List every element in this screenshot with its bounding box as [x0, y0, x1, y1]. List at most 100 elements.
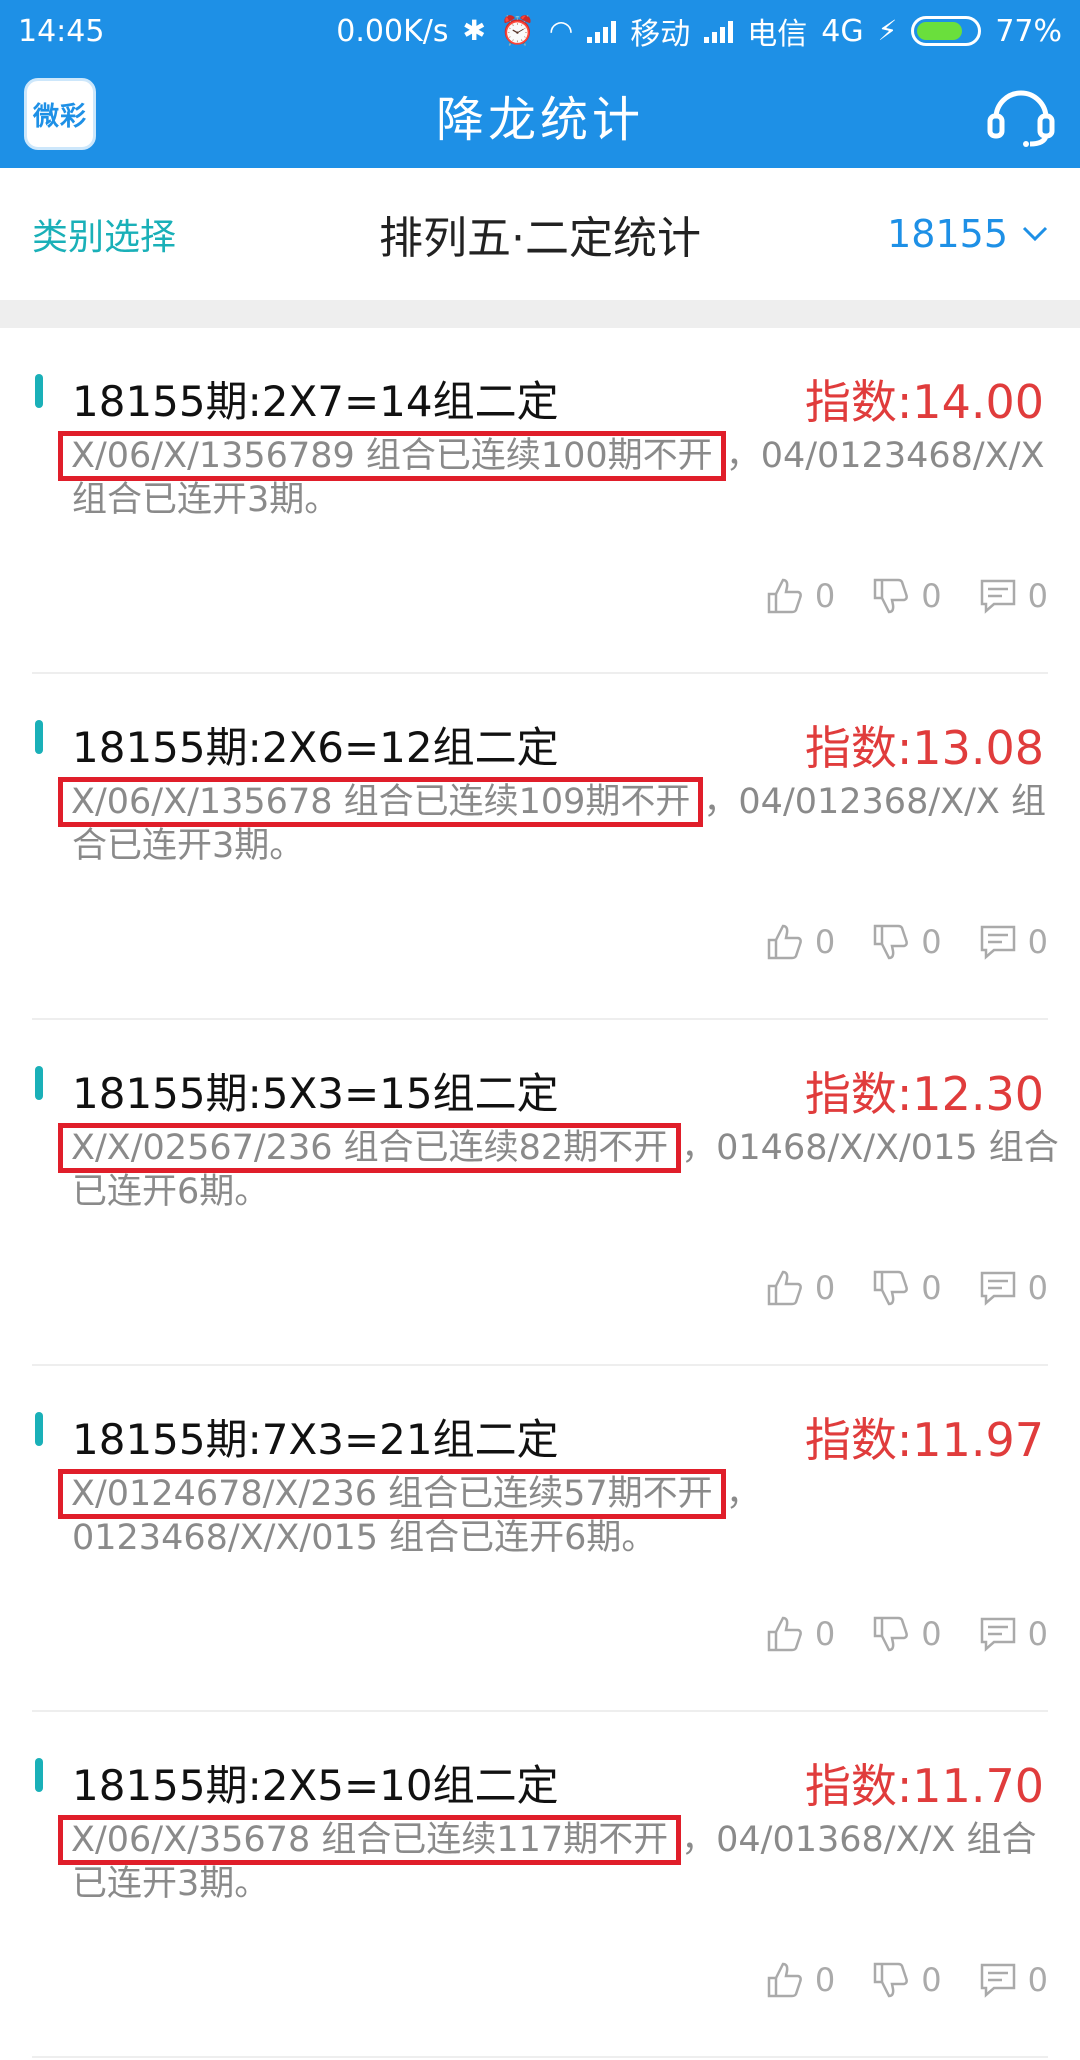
wifi-icon: ◠ — [548, 14, 574, 47]
filter-bar: 类别选择 排列五·二定统计 18155 — [0, 168, 1080, 300]
highlight-box: X/06/X/35678 组合已连续117期不开 — [58, 1815, 682, 1865]
issue-number: 18155 — [887, 212, 1008, 256]
item-body: X/06/X/35678 组合已连续117期不开 ，04/01368/X/X 组合… — [58, 1815, 1062, 1906]
category-select-button[interactable]: 类别选择 — [32, 208, 176, 260]
item-marker — [35, 1758, 43, 1792]
headset-icon[interactable] — [986, 82, 1056, 148]
thumbs-up-icon — [767, 1616, 802, 1652]
signal-icon-2 — [704, 19, 734, 43]
network-speed: 0.00K/s — [336, 13, 449, 49]
dislike-button[interactable]: 0 — [871, 1268, 942, 1308]
list-item[interactable]: 18155期:5X3=15组二定 指数:12.30 X/X/02567/236 … — [32, 1020, 1059, 1366]
comment-icon — [980, 1617, 1015, 1652]
charging-icon: ⚡ — [877, 14, 898, 47]
network-type: 4G — [821, 13, 864, 49]
comment-button[interactable]: 0 — [978, 1960, 1048, 2000]
comment-count: 0 — [1027, 1269, 1048, 1307]
thumbs-down-icon — [874, 1616, 909, 1652]
comment-button[interactable]: 0 — [978, 1268, 1048, 1308]
item-actions: 0 0 0 — [765, 922, 1048, 962]
like-count: 0 — [814, 1961, 836, 1999]
list-item[interactable]: 18155期:2X5=10组二定 指数:11.70 X/06/X/35678 组… — [32, 1712, 1048, 2058]
carrier-1: 移动 — [630, 17, 691, 52]
comment-count: 0 — [1027, 577, 1048, 615]
comment-count: 0 — [1027, 1961, 1048, 1999]
item-actions: 0 0 0 — [765, 1960, 1048, 2000]
status-time: 14:45 — [18, 13, 105, 49]
chevron-down-icon — [1022, 226, 1048, 242]
dislike-count: 0 — [921, 577, 942, 615]
item-marker — [35, 1066, 43, 1100]
issue-dropdown[interactable]: 18155 — [887, 212, 1048, 256]
like-count: 0 — [814, 923, 836, 961]
thumbs-up-icon — [767, 1270, 802, 1306]
item-index: 指数:11.70 — [804, 1759, 1044, 1813]
item-marker — [35, 374, 43, 408]
dislike-button[interactable]: 0 — [871, 576, 942, 616]
item-title: 18155期:5X3=15组二定 — [72, 1069, 559, 1118]
item-body: X/0124678/X/236 组合已连续57期不开 ，0123468/X/X/0… — [58, 1469, 1062, 1560]
like-count: 0 — [814, 1615, 836, 1653]
item-actions: 0 0 0 — [765, 1614, 1048, 1654]
item-title: 18155期:2X5=10组二定 — [72, 1761, 559, 1810]
battery-percent: 77% — [995, 13, 1062, 49]
item-body: X/X/02567/236 组合已连续82期不开 ，01468/X/X/015 组… — [58, 1123, 1062, 1214]
dislike-button[interactable]: 0 — [871, 1960, 942, 2000]
item-actions: 0 0 0 — [765, 576, 1048, 616]
carrier-2: 电信 — [747, 17, 808, 52]
dislike-count: 0 — [921, 1269, 942, 1307]
like-button[interactable]: 0 — [765, 922, 835, 962]
like-button[interactable]: 0 — [765, 1268, 835, 1308]
thumbs-down-icon — [874, 1962, 909, 1998]
highlight-box: X/06/X/1356789 组合已连续100期不开 — [58, 431, 726, 481]
item-title: 18155期:2X6=12组二定 — [72, 723, 559, 772]
page-title: 降龙统计 — [435, 92, 644, 148]
thumbs-up-icon — [767, 578, 802, 614]
item-title: 18155期:2X7=14组二定 — [72, 377, 559, 426]
item-index: 指数:11.97 — [804, 1413, 1044, 1467]
like-button[interactable]: 0 — [765, 1614, 835, 1654]
comment-button[interactable]: 0 — [978, 922, 1048, 962]
item-actions: 0 0 0 — [765, 1268, 1048, 1308]
comment-button[interactable]: 0 — [978, 1614, 1048, 1654]
thumbs-down-icon — [874, 1270, 909, 1306]
battery-fill — [917, 22, 962, 40]
comment-button[interactable]: 0 — [978, 576, 1048, 616]
like-button[interactable]: 0 — [765, 576, 835, 616]
highlight-box: X/06/X/135678 组合已连续109期不开 — [58, 777, 704, 827]
list-item[interactable]: 18155期:7X3=21组二定 指数:11.97 X/0124678/X/23… — [32, 1366, 1048, 1712]
comment-count: 0 — [1027, 923, 1048, 961]
alarm-icon: ⏰ — [499, 14, 535, 47]
highlight-box: X/X/02567/236 组合已连续82期不开 — [58, 1123, 682, 1173]
like-count: 0 — [814, 577, 836, 615]
highlight-box: X/0124678/X/236 组合已连续57期不开 — [58, 1469, 726, 1519]
item-body: X/06/X/135678 组合已连续109期不开 ，04/012368/X/X … — [58, 777, 1062, 868]
comment-icon — [980, 1963, 1015, 1998]
dislike-count: 0 — [921, 1961, 942, 1999]
dislike-button[interactable]: 0 — [871, 922, 942, 962]
list-item[interactable]: 18155期:2X7=14组二定 指数:14.00 X/06/X/1356789… — [32, 328, 1048, 674]
list-item[interactable]: 18155期:2X6=12组二定 指数:13.08 X/06/X/135678 … — [32, 674, 1048, 1020]
thumbs-down-icon — [874, 924, 909, 960]
comment-count: 0 — [1027, 1615, 1048, 1653]
status-bar: 14:45 0.00K/s ✱ ⏰ ◠ 移动 电信 4G ⚡ 77% — [0, 0, 1080, 62]
item-marker — [35, 720, 43, 754]
like-button[interactable]: 0 — [765, 1960, 835, 2000]
item-marker — [35, 1412, 43, 1446]
item-index: 指数:13.08 — [804, 721, 1044, 775]
battery-icon — [911, 16, 982, 46]
app-logo[interactable]: 微彩 — [24, 78, 96, 150]
item-title: 18155期:7X3=21组二定 — [72, 1415, 559, 1464]
comment-icon — [980, 925, 1015, 960]
comment-icon — [980, 579, 1015, 614]
stat-list: 18155期:2X7=14组二定 指数:14.00 X/06/X/1356789… — [0, 328, 1080, 2058]
thumbs-up-icon — [767, 924, 802, 960]
section-divider — [0, 300, 1080, 328]
dislike-count: 0 — [921, 923, 942, 961]
app-bar: 微彩 降龙统计 — [0, 62, 1080, 168]
thumbs-up-icon — [767, 1962, 802, 1998]
thumbs-down-icon — [874, 578, 909, 614]
dislike-button[interactable]: 0 — [871, 1614, 942, 1654]
comment-icon — [980, 1271, 1015, 1306]
app-logo-text: 微彩 — [32, 101, 87, 132]
